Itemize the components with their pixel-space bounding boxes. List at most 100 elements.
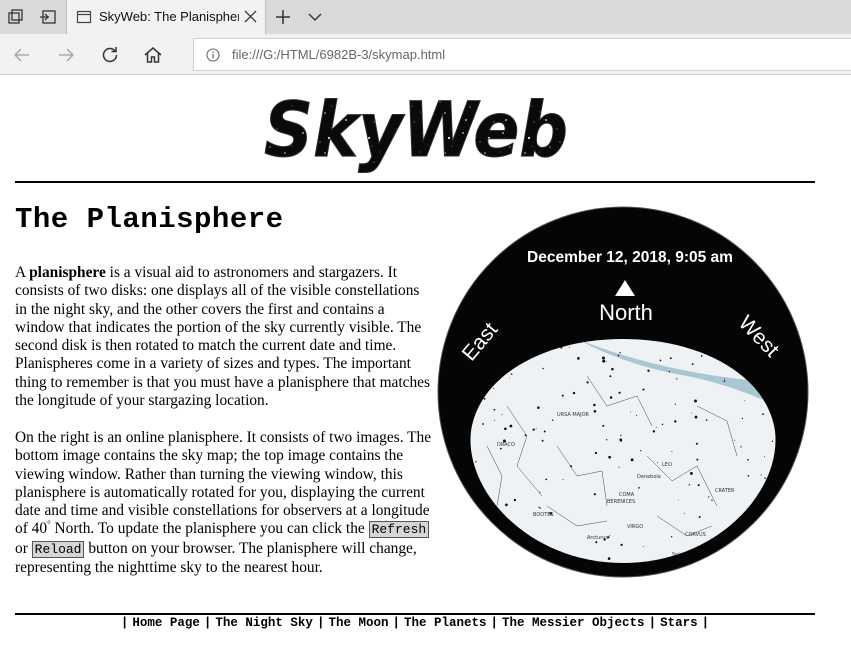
sky-star [513, 498, 517, 502]
sky-star [620, 543, 623, 547]
close-tab-icon[interactable] [244, 10, 257, 23]
sky-star [475, 461, 477, 463]
footer-link-the-moon[interactable]: The Moon [328, 616, 388, 630]
sky-star [630, 411, 632, 413]
sky-star [542, 367, 544, 370]
sky-star [694, 415, 698, 419]
svg-text:Denebola: Denebola [637, 474, 661, 480]
sky-star [705, 419, 708, 421]
footer-link-the-planets[interactable]: The Planets [404, 616, 487, 630]
sky-star [711, 499, 713, 501]
tab-list-chevron-down-icon[interactable] [305, 7, 325, 27]
sky-star [538, 506, 540, 509]
sky-star [535, 428, 537, 430]
sky-star [494, 419, 496, 421]
sky-star [695, 442, 698, 445]
sky-star [595, 541, 598, 544]
footer-separator: | [392, 616, 400, 630]
sky-star [618, 391, 621, 394]
set-aside-tabs-icon[interactable] [38, 7, 58, 27]
sky-star [569, 346, 570, 348]
tab-bar: SkyWeb: The Planispher [0, 0, 851, 34]
sky-star [491, 548, 493, 551]
sky-star [671, 536, 673, 538]
footer-separator: | [316, 616, 325, 630]
sky-star [674, 403, 676, 405]
page-title: The Planisphere [15, 203, 284, 236]
svg-text:BERENICES: BERENICES [607, 499, 635, 505]
new-tab-icon[interactable] [273, 7, 293, 27]
home-icon[interactable] [142, 44, 164, 66]
sky-star [539, 491, 541, 493]
sky-star [606, 439, 608, 441]
sky-star [602, 359, 606, 363]
logo-text: SkyWeb [264, 86, 568, 174]
intro-text-start: A [15, 264, 30, 281]
sky-star [471, 517, 474, 519]
svg-text:CORVUS: CORVUS [685, 532, 706, 538]
sky-star [609, 535, 611, 537]
svg-text:Arcturus: Arcturus [587, 535, 608, 541]
sky-star [762, 413, 764, 415]
sky-star [543, 430, 546, 433]
sky-star [607, 557, 611, 560]
page-favicon-icon [76, 10, 92, 24]
footer-link-the-night-sky[interactable]: The Night Sky [215, 616, 313, 630]
sky-star [504, 427, 507, 431]
sky-star [671, 451, 673, 452]
url-text[interactable]: file:///G:/HTML/6982B-3/skymap.html [232, 47, 445, 62]
sky-star [606, 360, 608, 362]
sky-star [630, 458, 634, 462]
sky-star [602, 356, 605, 360]
sky-star [696, 458, 699, 461]
sky-star [691, 412, 693, 414]
sky-star [643, 546, 645, 548]
sky-star [741, 417, 744, 420]
sky-star [697, 484, 700, 487]
sky-star [771, 440, 774, 442]
footer-link-the-messier-objects[interactable]: The Messier Objects [502, 616, 645, 630]
para2-or: or [15, 539, 32, 557]
footer-link-home-page[interactable]: Home Page [132, 616, 200, 630]
sky-star [765, 548, 769, 551]
sky-star [493, 387, 495, 389]
sky-star [763, 456, 765, 458]
sky-star [537, 406, 540, 409]
sky-star [593, 410, 597, 413]
sky-star [593, 403, 596, 407]
sky-star [470, 510, 471, 513]
sky-star [723, 380, 726, 382]
sky-star [669, 357, 672, 360]
sky-star [481, 550, 484, 554]
svg-text:DRACO: DRACO [497, 442, 515, 448]
sky-star [551, 419, 554, 422]
sky-star [611, 367, 614, 371]
sky-star [760, 474, 762, 476]
svg-text:BOOTES: BOOTES [533, 512, 554, 518]
sky-star [655, 427, 657, 428]
sky-star [676, 378, 678, 380]
sky-star [747, 474, 750, 477]
skyweb-logo: SkyWeb [264, 86, 569, 175]
footer-separator: | [648, 616, 657, 630]
planisphere-north-label: North [599, 300, 653, 325]
sky-star [602, 424, 605, 427]
address-bar[interactable]: file:///G:/HTML/6982B-3/skymap.html [193, 38, 851, 71]
sky-star [593, 493, 596, 496]
footer-link-stars[interactable]: Stars [660, 616, 698, 630]
sky-star [490, 537, 493, 540]
sky-star [539, 507, 541, 509]
sky-star [505, 503, 508, 507]
sky-star [652, 430, 656, 433]
footer-separator: | [120, 616, 129, 630]
sky-star [647, 369, 650, 372]
sky-star [503, 542, 506, 545]
back-arrow-icon[interactable] [11, 44, 33, 66]
planisphere-term: planisphere [29, 264, 106, 281]
tab-manager-icon[interactable] [6, 7, 26, 27]
info-icon[interactable] [206, 48, 220, 62]
active-tab[interactable]: SkyWeb: The Planispher [66, 0, 266, 34]
forward-arrow-icon[interactable] [55, 44, 77, 66]
refresh-icon[interactable] [99, 44, 121, 66]
tab-title: SkyWeb: The Planispher [99, 9, 239, 24]
